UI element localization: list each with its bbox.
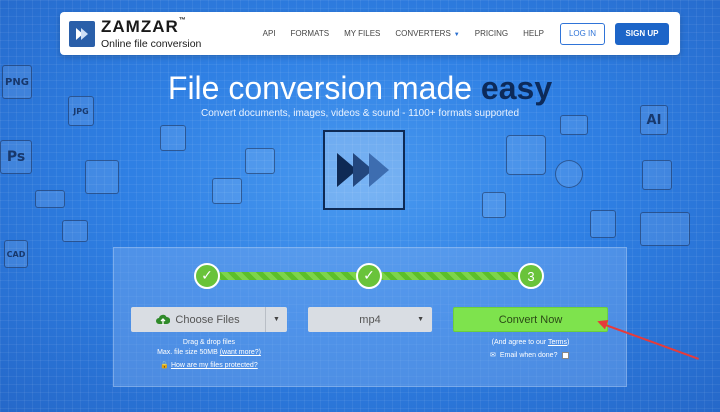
hero-title: File conversion made easy bbox=[0, 70, 720, 107]
choose-files-main[interactable]: Choose Files bbox=[131, 307, 265, 332]
trademark-symbol: ™ bbox=[178, 17, 187, 24]
fast-forward-icon bbox=[323, 130, 405, 210]
agree-suffix: ) bbox=[567, 339, 570, 346]
top-navbar: ZAMZAR™ Online file conversion API FORMA… bbox=[60, 12, 680, 55]
nav-links: API FORMATS MY FILES CONVERTERS ▼ PRICING… bbox=[248, 22, 669, 45]
choose-files-label: Choose Files bbox=[175, 313, 240, 326]
format-select-value: mp4 bbox=[359, 313, 381, 326]
want-more-link[interactable]: (want more?) bbox=[220, 349, 261, 356]
cad-file-icon: CAD bbox=[4, 240, 28, 268]
cloud-upload-icon bbox=[156, 314, 171, 325]
nav-link-formats[interactable]: FORMATS bbox=[291, 29, 330, 38]
caret-down-icon: ▼ bbox=[417, 316, 424, 323]
copy-doodle-icon bbox=[590, 210, 616, 238]
drag-drop-text: Drag & drop files bbox=[182, 339, 236, 346]
laptop-doodle-icon bbox=[640, 212, 690, 246]
format-select[interactable]: mp4 ▼ bbox=[308, 307, 432, 332]
files-protected-link[interactable]: How are my files protected? bbox=[171, 362, 258, 369]
login-button[interactable]: LOG IN bbox=[560, 22, 605, 45]
converters-label: CONVERTERS bbox=[395, 29, 451, 38]
documents-doodle-icon bbox=[482, 192, 506, 218]
brand-tagline: Online file conversion bbox=[101, 38, 202, 50]
film-doodle-icon bbox=[212, 178, 242, 204]
play-doodle-icon bbox=[62, 220, 88, 242]
agree-prefix: (And agree to our bbox=[491, 339, 548, 346]
envelope-icon: ✉ bbox=[490, 352, 496, 359]
signup-button[interactable]: SIGN UP bbox=[615, 22, 669, 45]
picture-doodle-icon bbox=[642, 160, 672, 190]
email-when-done-row: ✉ Email when done? bbox=[490, 351, 570, 359]
convert-now-button[interactable]: Convert Now bbox=[453, 307, 608, 332]
zamzar-logo-icon[interactable] bbox=[69, 20, 95, 47]
step-2-check-icon: ✓ bbox=[356, 263, 382, 289]
hero-title-bold: easy bbox=[480, 70, 553, 106]
brand-name: ZAMZAR bbox=[101, 17, 179, 36]
image-doodle-icon bbox=[85, 160, 119, 194]
agree-terms-text: (And agree to our Terms) bbox=[453, 338, 608, 348]
upload-help-text: Drag & drop files Max. file size 50MB (w… bbox=[131, 338, 287, 371]
refresh-doodle-icon bbox=[506, 135, 546, 175]
nav-link-my-files[interactable]: MY FILES bbox=[344, 29, 380, 38]
caret-down-icon: ▼ bbox=[453, 32, 460, 38]
nav-link-help[interactable]: HELP bbox=[523, 29, 544, 38]
nav-link-pricing[interactable]: PRICING bbox=[475, 29, 508, 38]
hero-subtitle: Convert documents, images, videos & soun… bbox=[200, 108, 520, 119]
choose-files-button[interactable]: Choose Files ▼ bbox=[131, 307, 287, 332]
hero-title-plain: File conversion made bbox=[167, 70, 481, 106]
terms-link[interactable]: Terms bbox=[548, 339, 567, 346]
email-when-done-checkbox[interactable] bbox=[562, 351, 570, 359]
email-when-done-label: Email when done? bbox=[499, 351, 558, 359]
photoshop-file-icon: Ps bbox=[0, 140, 32, 174]
video-doodle-icon bbox=[245, 148, 275, 174]
nav-link-api[interactable]: API bbox=[263, 29, 276, 38]
brand-logo[interactable]: ZAMZAR™ Online file conversion bbox=[101, 17, 201, 50]
step-1-check-icon: ✓ bbox=[194, 263, 220, 289]
step-3-indicator: 3 bbox=[518, 263, 544, 289]
lock-icon: 🔒 bbox=[160, 362, 169, 369]
choose-files-dropdown-toggle[interactable]: ▼ bbox=[265, 307, 287, 332]
camera-doodle-icon bbox=[160, 125, 186, 151]
caret-down-icon: ▼ bbox=[273, 316, 280, 323]
cassette-doodle-icon bbox=[35, 190, 65, 208]
max-size-text: Max. file size 50MB bbox=[157, 349, 218, 356]
nav-link-converters[interactable]: CONVERTERS ▼ bbox=[395, 29, 459, 38]
media-play-doodle-icon bbox=[555, 160, 583, 188]
